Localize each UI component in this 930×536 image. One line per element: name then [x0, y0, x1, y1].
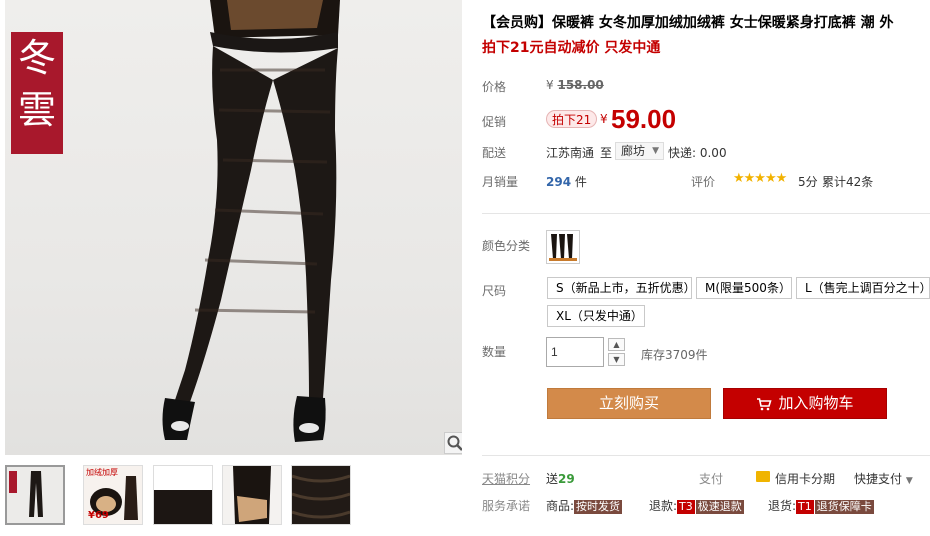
product-title[interactable]: 【会员购】保暖裤 女冬加厚加绒加绒裤 女士保暖紧身打底裤 潮 外 — [482, 12, 894, 32]
thumbnail-1[interactable] — [5, 465, 65, 525]
rating-stars: ★★★★★ — [733, 171, 787, 186]
add-to-cart-label: 加入购物车 — [778, 394, 854, 412]
thumbnail-3[interactable] — [153, 465, 213, 525]
rating-score: 5分 — [798, 175, 818, 189]
thumb2-price: ¥69 — [88, 510, 109, 521]
divider — [482, 455, 930, 456]
goods-tag: 按时发货 — [574, 500, 623, 514]
size-option-s[interactable]: S（新品上市，五折优惠） — [547, 277, 692, 299]
cart-icon — [757, 398, 773, 411]
size-option-xl[interactable]: XL（只发中通） — [547, 305, 645, 327]
thumb2-text: 加绒加厚 — [86, 468, 118, 477]
zoom-icon[interactable] — [444, 432, 462, 454]
original-price-value: 158.00 — [557, 78, 604, 92]
credit-card-icon — [756, 471, 770, 482]
return-code-badge: T1 — [796, 500, 814, 514]
original-price-currency: ¥ — [546, 78, 554, 92]
divider — [482, 213, 930, 214]
refund-tag: 极速退款 — [695, 500, 744, 514]
destination-value: 廊坊 — [621, 144, 646, 158]
points-prefix: 送 — [546, 472, 559, 486]
promo-badge: 拍下21 — [546, 110, 598, 128]
destination-select[interactable]: 廊坊 ▼ — [615, 142, 665, 160]
promo-currency: ¥ — [600, 112, 608, 126]
return-tag: 退货保障卡 — [814, 500, 874, 514]
refund-prefix: 退款: — [649, 499, 678, 513]
promo-price: 59.00 — [611, 104, 677, 134]
add-to-cart-button[interactable]: 加入购物车 — [723, 388, 887, 419]
refund-code-badge: T3 — [677, 500, 695, 514]
sales-count: 294 — [546, 175, 572, 189]
product-gallery: 冬 雲 加绒加厚 ¥69 — [0, 0, 462, 536]
quick-pay-label: 快捷支付 — [854, 472, 903, 486]
goods-prefix: 商品: — [546, 499, 575, 513]
review-count-link[interactable]: 累计42条 — [822, 173, 873, 190]
service-goods[interactable]: 商品: 按时发货 — [546, 497, 623, 514]
service-return[interactable]: 退货: T1 退货保障卡 — [768, 497, 874, 514]
service-label: 服务承诺 — [482, 499, 531, 513]
sales-label: 月销量 — [482, 175, 519, 189]
size-label: 尺码 — [482, 284, 507, 298]
quick-pay[interactable]: 快捷支付 ▼ — [854, 470, 913, 487]
chevron-down-icon: ▼ — [905, 476, 913, 486]
thumbnail-4[interactable] — [222, 465, 282, 525]
logo-char-1: 冬 — [17, 36, 56, 80]
quantity-down-button[interactable]: ▼ — [608, 353, 625, 366]
product-subtitle: 拍下21元自动减价 只发中通 — [482, 40, 661, 56]
color-swatch[interactable] — [546, 230, 580, 264]
promo-label: 促销 — [482, 115, 507, 129]
quantity-up-button[interactable]: ▲ — [608, 338, 625, 351]
shipping-label: 配送 — [482, 146, 507, 160]
ship-from: 江苏南通 — [546, 146, 595, 160]
size-option-l[interactable]: L（售完上调百分之十） — [796, 277, 930, 299]
payment-label: 支付 — [699, 472, 724, 486]
points-number: 29 — [558, 472, 575, 486]
return-prefix: 退货: — [768, 499, 797, 513]
original-price: ¥ 158.00 — [546, 78, 604, 92]
color-label: 颜色分类 — [482, 239, 531, 253]
price-label: 价格 — [482, 80, 507, 94]
buy-now-button[interactable]: 立刻购买 — [547, 388, 711, 419]
quantity-input[interactable] — [546, 337, 604, 367]
service-refund[interactable]: 退款: T3 极速退款 — [649, 497, 744, 514]
monthly-sales: 294 件 — [546, 173, 587, 190]
quantity-label: 数量 — [482, 345, 507, 359]
leggings-photo — [162, 0, 340, 442]
main-product-image[interactable]: 冬 雲 — [5, 0, 462, 455]
points-label[interactable]: 天猫积分 — [482, 470, 530, 487]
thumbnail-2[interactable]: 加绒加厚 ¥69 — [83, 465, 143, 525]
points-value: 送29 — [546, 470, 575, 487]
rating-label: 评价 — [691, 175, 716, 189]
sales-unit: 件 — [571, 175, 587, 189]
logo-char-2: 雲 — [17, 88, 56, 132]
thumbnail-5[interactable] — [291, 465, 351, 525]
brand-logo: 冬 雲 — [11, 32, 63, 154]
size-option-m[interactable]: M(限量500条） — [696, 277, 792, 299]
chevron-down-icon: ▼ — [652, 146, 660, 156]
stock-count: 库存3709件 — [641, 348, 708, 362]
ship-to-word: 至 — [600, 146, 613, 160]
shipping-fee: 快递: 0.00 — [668, 146, 727, 160]
product-detail: 【会员购】保暖裤 女冬加厚加绒加绒裤 女士保暖紧身打底裤 潮 外 拍下21元自动… — [478, 0, 930, 536]
credit-installment[interactable]: 信用卡分期 — [775, 470, 835, 487]
